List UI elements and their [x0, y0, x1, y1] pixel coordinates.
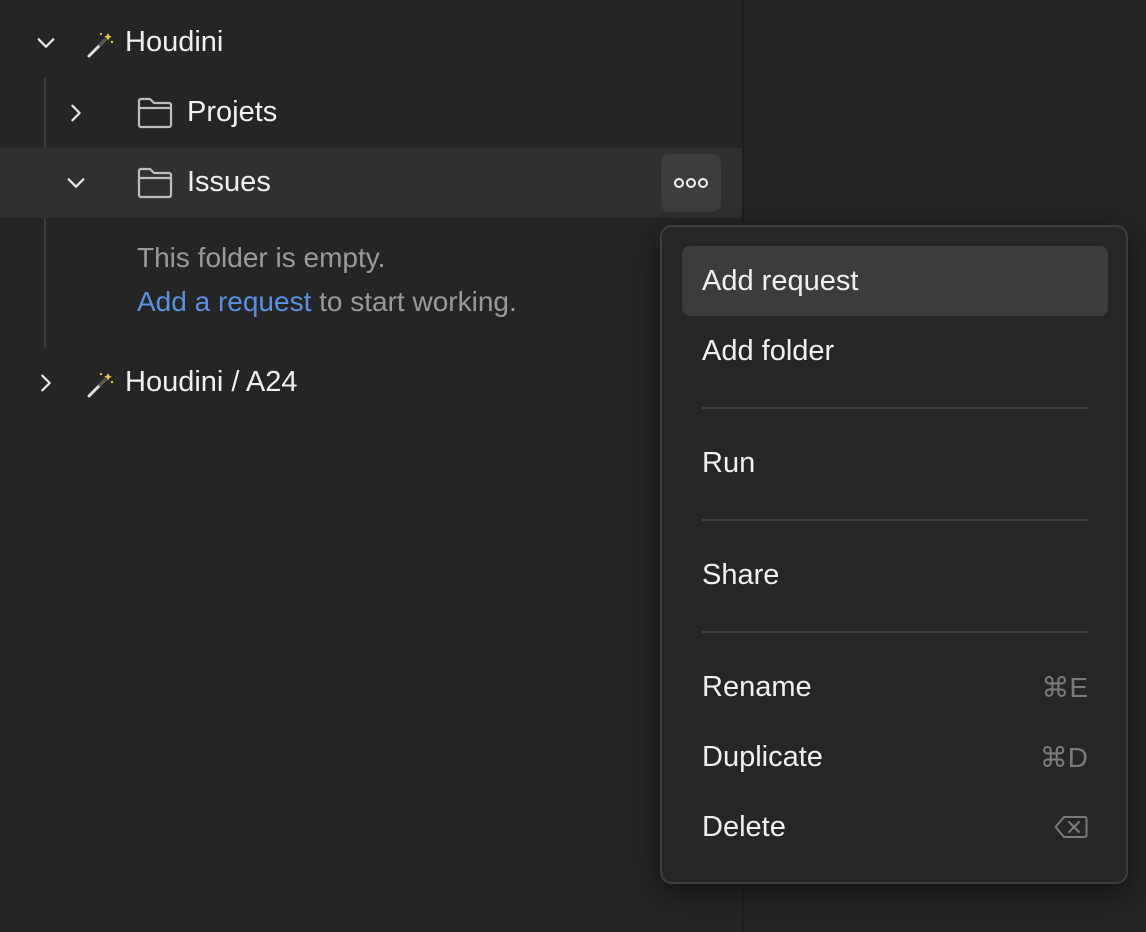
collection-label: Houdini / A24	[125, 366, 298, 398]
menu-item-rename[interactable]: Rename ⌘E	[682, 652, 1108, 722]
menu-item-label: Share	[702, 558, 780, 591]
menu-separator	[702, 407, 1088, 409]
menu-item-label: Add request	[702, 264, 859, 297]
menu-item-run[interactable]: Run	[682, 428, 1108, 498]
menu-separator	[702, 519, 1088, 521]
chevron-right-icon[interactable]	[65, 102, 87, 124]
menu-separator	[702, 631, 1088, 633]
folder-label: Projets	[187, 96, 278, 128]
menu-item-share[interactable]: Share	[682, 540, 1108, 610]
magic-wand-icon	[87, 372, 114, 398]
collection-label: Houdini	[125, 26, 224, 58]
shortcut-label: ⌘D	[1039, 741, 1088, 773]
folder-label: Issues	[187, 166, 271, 198]
menu-item-label: Run	[702, 446, 756, 479]
folder-context-menu: Add request Add folder Run Share Rename …	[660, 225, 1128, 884]
menu-item-label: Rename	[702, 670, 812, 703]
folder-icon	[137, 97, 173, 129]
menu-item-duplicate[interactable]: Duplicate ⌘D	[682, 722, 1108, 792]
add-request-link[interactable]: Add a request	[137, 286, 311, 317]
menu-item-add-request[interactable]: Add request	[682, 246, 1108, 316]
empty-folder-hint: Add a request to start working.	[137, 286, 517, 318]
folder-row-projets[interactable]: Projets	[0, 78, 742, 148]
folder-row-issues[interactable]: Issues	[0, 148, 742, 218]
menu-item-label: Delete	[702, 810, 786, 843]
magic-wand-icon	[87, 32, 114, 58]
menu-item-label: Duplicate	[702, 740, 823, 773]
more-horizontal-icon	[674, 178, 708, 188]
menu-item-add-folder[interactable]: Add folder	[682, 316, 1108, 386]
menu-item-delete[interactable]: Delete	[682, 792, 1108, 862]
chevron-right-icon[interactable]	[35, 372, 57, 394]
folder-icon	[137, 167, 173, 199]
shortcut-label: ⌘E	[1041, 671, 1088, 703]
empty-hint-text: to start working.	[311, 286, 517, 317]
empty-folder-message: This folder is empty.	[137, 242, 386, 273]
collection-row-houdini[interactable]: Houdini	[0, 8, 742, 78]
chevron-down-icon[interactable]	[65, 172, 87, 194]
backspace-key-icon	[1054, 816, 1088, 838]
collections-sidebar: Houdini Projets Issues This folder is em…	[0, 0, 743, 932]
chevron-down-icon[interactable]	[35, 32, 57, 54]
menu-item-label: Add folder	[702, 334, 835, 367]
more-options-button[interactable]	[661, 154, 721, 212]
collection-row-houdini-a24[interactable]: Houdini / A24	[0, 348, 742, 418]
